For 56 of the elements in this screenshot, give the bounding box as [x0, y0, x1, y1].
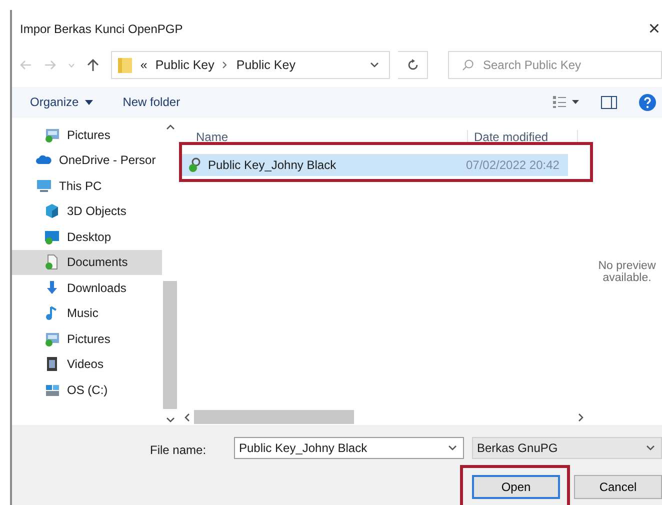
sidebar-item[interactable]: Downloads — [12, 275, 162, 301]
documents-icon — [44, 254, 60, 270]
organize-menu[interactable]: Organize — [30, 95, 93, 110]
address-bar[interactable]: « Public Key Public Key — [111, 51, 390, 80]
sidebar-item[interactable]: OneDrive - Persor — [12, 148, 162, 174]
file-row[interactable]: Public Key_Johny Black 07/02/2022 20:42 — [182, 154, 568, 176]
breadcrumb-overflow[interactable]: « — [140, 58, 148, 72]
caret-icon — [84, 100, 93, 105]
sidebar-item[interactable]: Pictures — [12, 122, 162, 148]
sidebar-item[interactable]: Pictures — [12, 326, 162, 352]
refresh-button[interactable] — [398, 51, 428, 80]
chevron-down-icon — [646, 445, 655, 451]
file-name-field[interactable]: Public Key_Johny Black — [234, 437, 464, 459]
new-folder-button[interactable]: New folder — [122, 95, 180, 110]
scrollbar-thumb[interactable] — [163, 281, 177, 409]
file-type-dropdown[interactable]: Berkas GnuPG — [472, 437, 662, 459]
breadcrumb-item[interactable]: Public Key — [155, 58, 214, 72]
chevron-down-icon — [370, 62, 380, 68]
cancel-button[interactable]: Cancel — [574, 475, 662, 499]
close-button[interactable]: × — [648, 18, 662, 39]
up-arrow-icon[interactable] — [87, 58, 99, 72]
help-icon[interactable] — [639, 94, 656, 111]
open-button[interactable]: Open — [472, 475, 560, 499]
file-name-value: Public Key_Johny Black — [239, 441, 368, 455]
file-name: Public Key_Johny Black — [208, 158, 336, 172]
preview-pane-icon[interactable] — [601, 96, 617, 109]
sidebar-item[interactable]: Desktop — [12, 224, 162, 250]
refresh-icon — [406, 59, 419, 72]
chevron-down-icon — [448, 445, 457, 451]
desktop-icon — [44, 228, 60, 245]
file-date: 07/02/2022 20:42 — [466, 158, 560, 172]
chevron-right-icon — [222, 61, 228, 70]
search-icon — [462, 59, 474, 72]
sidebar-item[interactable]: Videos — [12, 352, 162, 378]
sidebar-item[interactable]: Music — [12, 300, 162, 326]
key-file-icon — [188, 157, 202, 174]
column-header[interactable]: Name — [178, 130, 468, 144]
download-arrow-icon — [44, 280, 60, 296]
folder-icon — [118, 57, 132, 74]
view-options-icon[interactable] — [553, 96, 579, 108]
pictures-folder-icon — [44, 330, 60, 347]
scrollbar-thumb[interactable] — [194, 410, 354, 424]
preview-message: No preview available. — [597, 260, 657, 284]
sidebar-item[interactable]: OS (C:) — [12, 377, 162, 403]
column-header[interactable]: Date modified — [468, 130, 578, 144]
computer-icon — [36, 178, 52, 194]
sidebar-item[interactable]: This PC — [12, 173, 162, 199]
film-icon — [44, 356, 60, 372]
file-name-label: File name: — [150, 443, 208, 457]
breadcrumb-item[interactable]: Public Key — [236, 58, 296, 72]
sidebar-item[interactable]: 3D Objects — [12, 198, 162, 224]
search-field[interactable]: Search Public Key — [448, 51, 662, 80]
pictures-folder-icon — [44, 126, 60, 143]
sidebar-item[interactable]: Documents — [12, 250, 162, 276]
window-title: Impor Berkas Kunci OpenPGP — [20, 22, 183, 36]
cube-icon — [44, 203, 60, 220]
